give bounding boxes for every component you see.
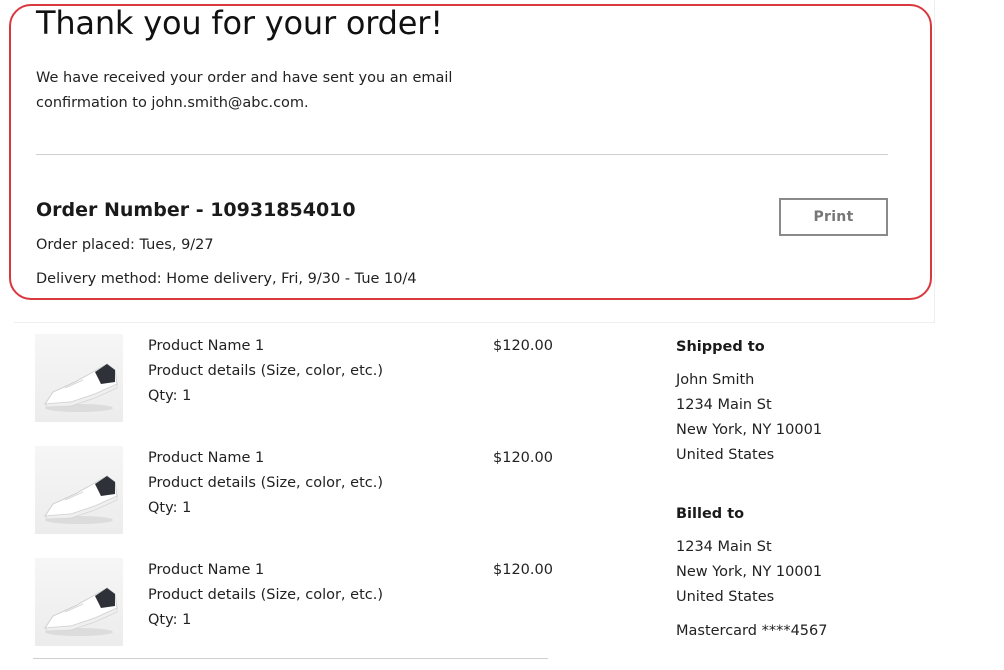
shipped-to-heading: Shipped to [676,339,765,355]
product-details: Product details (Size, color, etc.) [148,587,383,603]
product-image[interactable] [35,334,123,422]
billing-city: New York, NY 10001 [676,564,823,580]
shipping-country: United States [676,447,775,463]
list-item: Product Name 1 Product details (Size, co… [35,558,555,648]
product-name[interactable]: Product Name 1 [148,562,264,578]
product-quantity: Qty: 1 [148,612,192,628]
product-details: Product details (Size, color, etc.) [148,363,383,379]
product-details: Product details (Size, color, etc.) [148,475,383,491]
order-placed-date: Order placed: Tues, 9/27 [36,237,214,253]
product-name[interactable]: Product Name 1 [148,450,264,466]
delivery-method: Delivery method: Home delivery, Fri, 9/3… [36,271,417,287]
product-price: $120.00 [493,338,553,354]
white-sneaker-image [44,587,118,636]
product-image[interactable] [35,558,123,646]
payment-method: Mastercard ****4567 [676,623,828,639]
product-price: $120.00 [493,450,553,466]
product-price: $120.00 [493,562,553,578]
confirmation-message: We have received your order and have sen… [36,70,453,111]
billing-street: 1234 Main St [676,539,772,555]
shipping-name: John Smith [676,372,755,388]
billed-to-heading: Billed to [676,506,745,522]
order-number: Order Number - 10931854010 [36,199,356,221]
white-sneaker-image [44,363,118,412]
billing-country: United States [676,589,775,605]
white-sneaker-image [44,475,118,524]
list-item: Product Name 1 Product details (Size, co… [35,446,555,536]
print-button[interactable]: Print [779,198,888,236]
product-image[interactable] [35,446,123,534]
list-divider [33,658,548,659]
product-quantity: Qty: 1 [148,500,192,516]
product-name[interactable]: Product Name 1 [148,338,264,354]
list-item: Product Name 1 Product details (Size, co… [35,334,555,424]
product-quantity: Qty: 1 [148,388,192,404]
page-title: Thank you for your order! [36,4,443,42]
shipping-city: New York, NY 10001 [676,422,823,438]
shipping-street: 1234 Main St [676,397,772,413]
highlight-outline [9,4,932,300]
section-divider [36,154,888,155]
